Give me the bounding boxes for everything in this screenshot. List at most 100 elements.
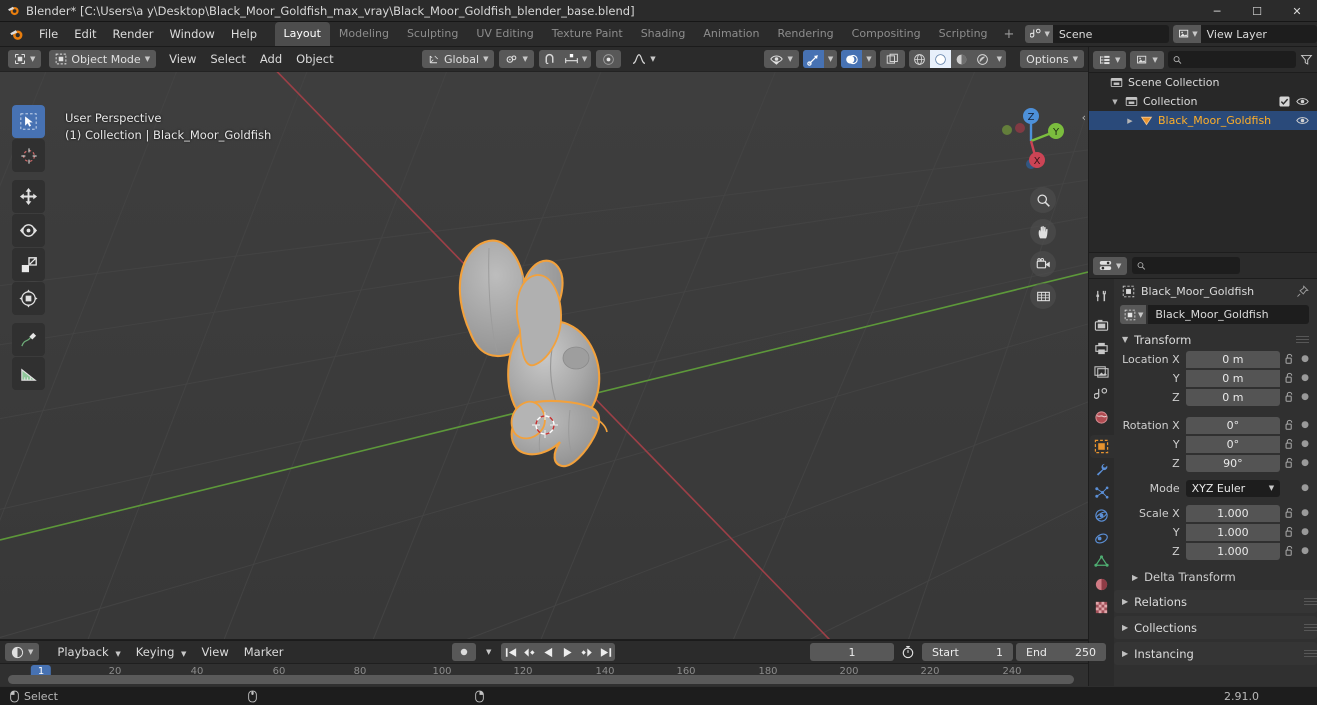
jump-to-end-button[interactable]	[596, 643, 615, 661]
scale-y-lock-icon[interactable]	[1280, 526, 1298, 538]
timeline-menu-keying[interactable]: Keying ▼	[130, 643, 193, 661]
next-keyframe-button[interactable]	[577, 643, 596, 661]
outliner-filter-button[interactable]	[1300, 53, 1313, 66]
rotation-x-animate-dot[interactable]: ●	[1298, 420, 1312, 430]
scale-z-value[interactable]: 1.000	[1185, 542, 1281, 560]
modifier-tab[interactable]	[1090, 458, 1114, 481]
play-reverse-button[interactable]	[539, 643, 558, 661]
tool-annotate[interactable]	[12, 323, 45, 356]
workspace-tab-rendering[interactable]: Rendering	[768, 22, 842, 46]
location-z-lock-icon[interactable]	[1280, 391, 1298, 403]
current-frame-field[interactable]: 1	[810, 643, 894, 661]
object-visibility-eye-icon[interactable]	[1296, 115, 1309, 126]
toggle-orthographic-button[interactable]	[1030, 283, 1056, 309]
viewport-canvas[interactable]	[0, 72, 1088, 639]
tool-move[interactable]	[12, 180, 45, 213]
object-visibility-selector[interactable]: ▼	[764, 50, 799, 68]
outliner-editor-type-button[interactable]: ▼	[1093, 50, 1127, 69]
end-frame-field[interactable]: End 250	[1016, 643, 1106, 661]
constraints-tab[interactable]	[1090, 527, 1114, 550]
timeline-menu-marker[interactable]: Marker	[238, 643, 290, 661]
menu-render[interactable]: Render	[105, 24, 162, 44]
viewport-menu-object[interactable]: Object	[289, 50, 340, 68]
outliner-row-scene-collection[interactable]: Scene Collection	[1089, 73, 1317, 92]
location-x-animate-dot[interactable]: ●	[1298, 354, 1312, 364]
rotation-y-row[interactable]: Y 0° ●	[1114, 435, 1317, 453]
timeline-editor-type-button[interactable]: ▼	[5, 643, 40, 661]
output-tab[interactable]	[1090, 337, 1114, 360]
location-y-animate-dot[interactable]: ●	[1298, 373, 1312, 383]
scale-z-lock-icon[interactable]	[1280, 545, 1298, 557]
scale-z-row[interactable]: Z 1.000 ●	[1114, 542, 1317, 560]
rotation-z-row[interactable]: Z 90° ●	[1114, 454, 1317, 472]
show-overlays-toggle[interactable]	[841, 50, 863, 68]
maximize-button[interactable]: ☐	[1237, 0, 1277, 22]
instancing-panel[interactable]: ▶ Instancing	[1114, 642, 1317, 665]
scene-tab[interactable]	[1090, 383, 1114, 406]
menu-help[interactable]: Help	[223, 24, 265, 44]
render-tab[interactable]	[1090, 314, 1114, 337]
location-z-row[interactable]: Z 0 m ●	[1114, 388, 1317, 406]
scale-x-row[interactable]: Scale X 1.000 ●	[1114, 504, 1317, 522]
rotation-y-lock-icon[interactable]	[1280, 438, 1298, 450]
location-x-lock-icon[interactable]	[1280, 353, 1298, 365]
shading-material-preview-button[interactable]	[951, 50, 972, 68]
workspace-tab-compositing[interactable]: Compositing	[843, 22, 930, 46]
minimize-button[interactable]: ─	[1197, 0, 1237, 22]
rotation-y-animate-dot[interactable]: ●	[1298, 439, 1312, 449]
workspace-tab-animation[interactable]: Animation	[694, 22, 768, 46]
outliner-row-collection[interactable]: ▼ Collection	[1089, 92, 1317, 111]
workspace-tab-scripting[interactable]: Scripting	[930, 22, 997, 46]
pin-icon[interactable]	[1296, 284, 1309, 298]
rotation-x-row[interactable]: Rotation X 0° ●	[1114, 416, 1317, 434]
transform-pivot-selector[interactable]: ▼	[499, 50, 534, 68]
menu-edit[interactable]: Edit	[66, 24, 104, 44]
tool-select-box[interactable]	[12, 105, 45, 138]
viewport-menu-select[interactable]: Select	[203, 50, 252, 68]
tool-measure[interactable]	[12, 357, 45, 390]
outliner-search-field[interactable]	[1185, 53, 1291, 66]
scale-y-row[interactable]: Y 1.000 ●	[1114, 523, 1317, 541]
location-z-value[interactable]: 0 m	[1185, 388, 1281, 406]
rotation-y-value[interactable]: 0°	[1185, 435, 1281, 453]
timeline-editor[interactable]: ▼ Playback ▼ Keying ▼ View Marker ▼ 1 St…	[0, 640, 1106, 686]
location-y-row[interactable]: Y 0 m ●	[1114, 369, 1317, 387]
timeline-horizontal-scrollbar[interactable]	[8, 675, 1074, 684]
sidebar-collapse-arrow-icon[interactable]: ‹	[1082, 111, 1086, 124]
material-tab[interactable]	[1090, 573, 1114, 596]
auto-keying-options[interactable]: ▼	[480, 643, 497, 661]
snap-settings[interactable]: ▼	[560, 50, 591, 68]
mode-selector[interactable]: Object Mode ▼	[49, 50, 157, 68]
play-button[interactable]	[558, 643, 577, 661]
scene-name[interactable]: Scene	[1052, 25, 1170, 43]
viewport-menu-add[interactable]: Add	[253, 50, 289, 68]
navigation-gizmo[interactable]: Z Y X	[992, 102, 1070, 180]
collection-visibility-eye-icon[interactable]	[1296, 96, 1309, 107]
view-layer-tab[interactable]	[1090, 360, 1114, 383]
rotation-mode-dropdown[interactable]: XYZ Euler ▼	[1185, 479, 1281, 497]
world-tab[interactable]	[1090, 406, 1114, 429]
add-workspace-button[interactable]: +	[997, 25, 1022, 44]
workspace-tab-shading[interactable]: Shading	[632, 22, 695, 46]
rotation-z-lock-icon[interactable]	[1280, 457, 1298, 469]
shading-options[interactable]: ▼	[993, 50, 1006, 68]
timeline-menu-view[interactable]: View	[195, 643, 234, 661]
shading-solid-button[interactable]	[929, 50, 951, 68]
editor-type-button[interactable]: ▼	[8, 50, 42, 68]
rotation-x-lock-icon[interactable]	[1280, 419, 1298, 431]
location-x-row[interactable]: Location X 0 m ●	[1114, 350, 1317, 368]
scale-y-value[interactable]: 1.000	[1185, 523, 1281, 541]
disclosure-triangle-down-icon[interactable]: ▼	[1110, 98, 1120, 106]
collections-panel[interactable]: ▶ Collections	[1114, 616, 1317, 639]
location-y-value[interactable]: 0 m	[1185, 369, 1281, 387]
object-id-block[interactable]: ▼ Black_Moor_Goldfish	[1120, 305, 1309, 324]
workspace-tab-uv-editing[interactable]: UV Editing	[467, 22, 542, 46]
physics-tab[interactable]	[1090, 504, 1114, 527]
zoom-view-button[interactable]	[1030, 187, 1056, 213]
delta-transform-panel[interactable]: ▶ Delta Transform	[1114, 567, 1317, 587]
tool-scale[interactable]	[12, 248, 45, 281]
menu-file[interactable]: File	[31, 24, 66, 44]
tool-tab[interactable]	[1090, 285, 1114, 308]
rotation-z-animate-dot[interactable]: ●	[1298, 458, 1312, 468]
show-gizmo-toggle[interactable]	[802, 50, 824, 68]
